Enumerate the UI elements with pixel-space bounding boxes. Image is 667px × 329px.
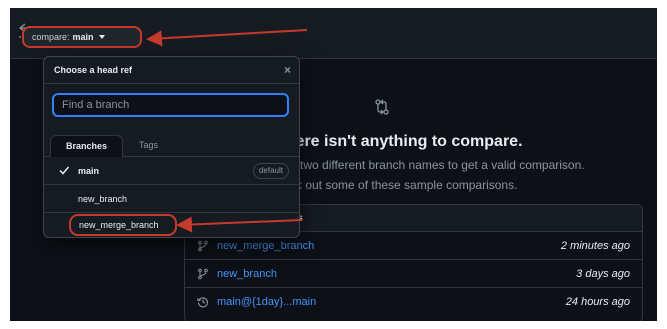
sample-link[interactable]: main@{1day}...main	[217, 296, 316, 308]
sample-time: 2 minutes ago	[560, 239, 630, 252]
tab-tags[interactable]: Tags	[139, 135, 158, 157]
page-heading: There isn't anything to compare.	[276, 133, 523, 150]
compare-prefix: compare:	[32, 32, 70, 42]
caret-down-icon	[98, 35, 105, 39]
branch-icon	[198, 268, 208, 279]
sample-row[interactable]: main@{1day}...main 24 hours ago	[185, 288, 642, 316]
app-window: compare: main There isn't anything to co…	[10, 8, 657, 321]
branch-label: new_branch	[78, 194, 128, 204]
dropdown-header: Choose a head ref ×	[44, 57, 299, 84]
close-icon[interactable]: ×	[284, 57, 291, 83]
sample-time: 24 hours ago	[565, 296, 630, 308]
sample-link[interactable]: new_merge_branch	[217, 240, 314, 252]
compare-branch-name: main	[72, 32, 94, 42]
sample-row[interactable]: new_branch 3 days ago	[185, 260, 642, 288]
sample-time: 3 days ago	[576, 267, 630, 280]
subtext-line-1: e two different branch names to get a va…	[290, 158, 585, 172]
branch-item-new-merge-branch[interactable]: new_merge_branch	[69, 214, 177, 236]
ref-tabs: Branches Tags	[44, 132, 299, 157]
tab-branches[interactable]: Branches	[50, 135, 123, 157]
branch-item-main[interactable]: main default	[44, 157, 299, 185]
history-icon	[197, 297, 209, 308]
check-icon	[59, 166, 70, 175]
branch-icon	[198, 240, 208, 251]
branch-search-input[interactable]	[52, 93, 289, 117]
compare-branch-button[interactable]: compare: main	[22, 26, 142, 48]
dropdown-title: Choose a head ref	[54, 65, 133, 75]
compare-toolbar: compare: main	[10, 8, 657, 59]
branch-label: main	[78, 166, 100, 176]
git-compare-icon	[375, 99, 389, 115]
subtext-line-2: ck out some of these sample comparisons.	[290, 178, 518, 192]
head-ref-dropdown: Choose a head ref × Branches Tags main d…	[43, 56, 300, 238]
sample-link[interactable]: new_branch	[217, 268, 277, 280]
default-badge: default	[252, 163, 289, 179]
branch-item-new-branch[interactable]: new_branch	[44, 185, 299, 213]
